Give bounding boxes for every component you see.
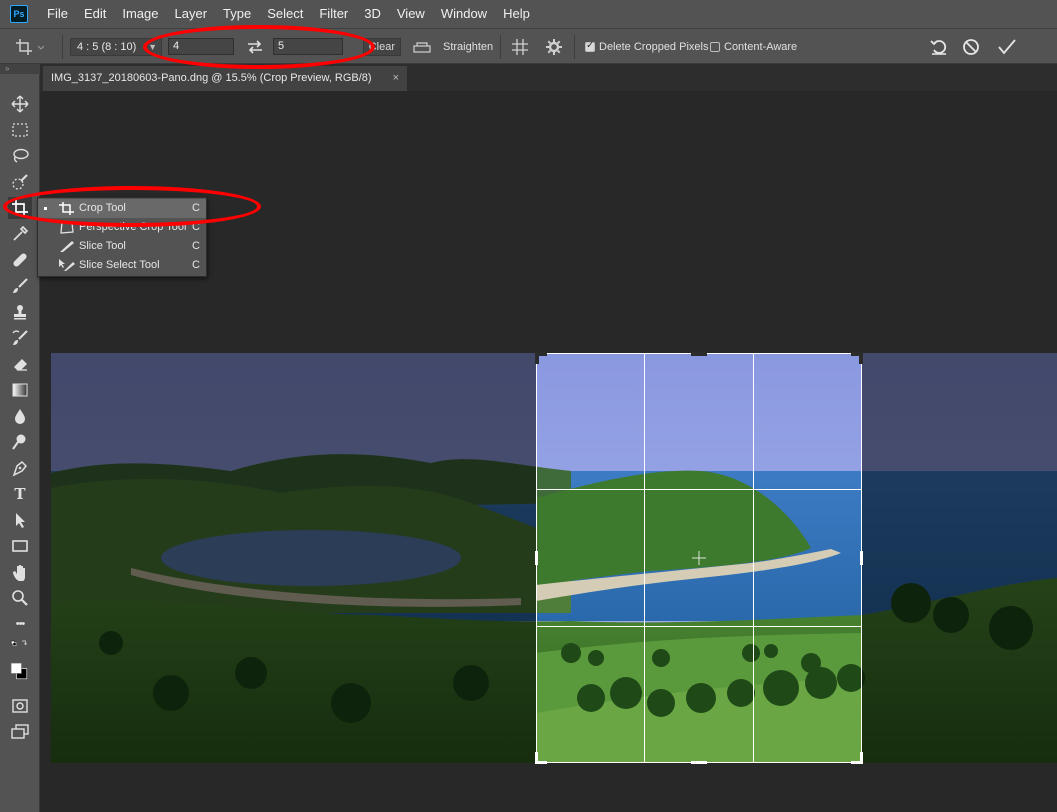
move-icon[interactable]	[8, 93, 32, 115]
lasso-icon[interactable]	[8, 145, 32, 167]
crop-box[interactable]	[535, 352, 863, 764]
stamp-icon[interactable]	[8, 301, 32, 323]
flyout-item-label: Perspective Crop Tool	[79, 221, 187, 233]
separator	[500, 35, 501, 59]
flyout-item-shortcut: C	[192, 259, 200, 271]
flyout-item-shortcut: C	[192, 240, 200, 252]
separator	[62, 35, 63, 59]
commit-icon[interactable]	[997, 29, 1017, 65]
flyout-item-slice-select-tool[interactable]: Slice Select Tool C	[38, 256, 206, 275]
straighten-label[interactable]: Straighten	[443, 29, 493, 65]
menu-layer[interactable]: Layer	[167, 0, 216, 28]
swap-dimensions-icon[interactable]	[246, 29, 264, 65]
gear-icon[interactable]	[545, 29, 563, 65]
menu-view[interactable]: View	[389, 0, 433, 28]
tools-panel: T •••	[0, 74, 40, 812]
photoshop-logo: Ps	[10, 5, 28, 23]
ratio-preset-select[interactable]: 4 : 5 (8 : 10) ▼	[70, 38, 162, 56]
zoom-icon[interactable]	[8, 587, 32, 609]
pen-icon[interactable]	[8, 457, 32, 479]
hand-icon[interactable]	[8, 561, 32, 583]
brush-icon[interactable]	[8, 275, 32, 297]
screen-mode-icon[interactable]	[8, 721, 32, 743]
toolbar-collapse[interactable]: »	[0, 64, 40, 74]
perspective-crop-icon	[60, 221, 74, 234]
crop-handle-top-left[interactable]	[535, 352, 539, 364]
options-bar: 4 : 5 (8 : 10) ▼ 4 5 Clear Straighten De…	[0, 28, 1057, 64]
crop-handle-top-right[interactable]	[859, 352, 863, 364]
content-aware-label[interactable]: Content-Aware	[724, 29, 797, 65]
crop-shield-left	[51, 353, 536, 763]
quick-select-icon[interactable]	[8, 171, 32, 193]
flyout-item-label: Slice Select Tool	[79, 259, 160, 271]
flyout-item-crop-tool[interactable]: Crop Tool C	[38, 199, 206, 218]
eraser-icon[interactable]	[8, 353, 32, 375]
reset-icon[interactable]	[929, 29, 949, 65]
separator	[574, 35, 575, 59]
rectangle-icon[interactable]	[8, 535, 32, 557]
flyout-item-slice-tool[interactable]: Slice Tool C	[38, 237, 206, 256]
menu-file[interactable]: File	[39, 0, 76, 28]
chevron-down-icon: ▼	[148, 42, 157, 52]
menu-3d[interactable]: 3D	[356, 0, 389, 28]
delete-cropped-label[interactable]: Delete Cropped Pixels	[599, 29, 708, 65]
clear-button[interactable]: Clear	[363, 38, 401, 56]
gradient-icon[interactable]	[8, 379, 32, 401]
document-tab-title: IMG_3137_20180603-Pano.dng @ 15.5% (Crop…	[51, 72, 372, 84]
color-swatches-icon[interactable]	[4, 656, 34, 686]
marquee-icon[interactable]	[8, 119, 32, 141]
content-aware-checkbox[interactable]	[710, 42, 720, 52]
cancel-icon[interactable]	[962, 29, 980, 65]
crop-handle-bottom-right[interactable]	[860, 752, 863, 764]
blur-icon[interactable]	[8, 405, 32, 427]
slice-icon	[60, 241, 74, 252]
history-brush-icon[interactable]	[8, 327, 32, 349]
menu-image[interactable]: Image	[114, 0, 166, 28]
path-select-icon[interactable]	[8, 509, 32, 531]
document-tab[interactable]: IMG_3137_20180603-Pano.dng @ 15.5% (Crop…	[43, 66, 407, 91]
grid-overlay-icon[interactable]	[510, 29, 530, 65]
crop-handle-top[interactable]	[691, 352, 707, 356]
width-field[interactable]: 4	[168, 38, 234, 55]
straighten-icon[interactable]	[412, 29, 432, 65]
menu-select[interactable]: Select	[259, 0, 311, 28]
flyout-item-label: Slice Tool	[79, 240, 126, 252]
document-tab-bar: IMG_3137_20180603-Pano.dng @ 15.5% (Crop…	[40, 64, 1057, 91]
more-icon[interactable]: •••	[8, 613, 32, 635]
type-icon[interactable]: T	[8, 483, 32, 505]
menu-help[interactable]: Help	[495, 0, 538, 28]
eyedropper-icon[interactable]	[8, 223, 32, 245]
crop-icon	[59, 202, 74, 215]
dodge-icon[interactable]	[8, 431, 32, 453]
swap-colors-icon[interactable]	[4, 637, 34, 651]
flyout-item-shortcut: C	[192, 221, 200, 233]
menu-filter[interactable]: Filter	[311, 0, 356, 28]
menu-bar: Ps File Edit Image Layer Type Select Fil…	[0, 0, 1057, 28]
crop-handle-bottom-left[interactable]	[535, 752, 538, 764]
crop-handle-left[interactable]	[535, 551, 538, 565]
selected-bullet-icon	[44, 207, 47, 210]
slice-select-icon	[59, 259, 75, 271]
close-icon[interactable]: ×	[393, 66, 399, 91]
flyout-item-shortcut: C	[192, 202, 200, 214]
menu-window[interactable]: Window	[433, 0, 495, 28]
crop-icon[interactable]	[8, 197, 32, 219]
menu-edit[interactable]: Edit	[76, 0, 114, 28]
healing-icon[interactable]	[8, 249, 32, 271]
flyout-item-perspective-crop-tool[interactable]: Perspective Crop Tool C	[38, 218, 206, 237]
crop-handle-bottom[interactable]	[691, 761, 707, 764]
menu-type[interactable]: Type	[215, 0, 259, 28]
quick-mask-icon[interactable]	[8, 695, 32, 717]
crop-handle-right[interactable]	[860, 551, 863, 565]
ratio-preset-value: 4 : 5 (8 : 10)	[77, 41, 137, 53]
delete-cropped-checkbox[interactable]	[585, 40, 595, 52]
crop-shield-right	[862, 353, 1057, 763]
flyout-item-label: Crop Tool	[79, 202, 126, 214]
height-field[interactable]: 5	[273, 38, 343, 55]
crop-tool-preset-icon[interactable]	[14, 29, 44, 65]
crop-tool-flyout: Crop Tool C Perspective Crop Tool C Slic…	[37, 197, 207, 277]
